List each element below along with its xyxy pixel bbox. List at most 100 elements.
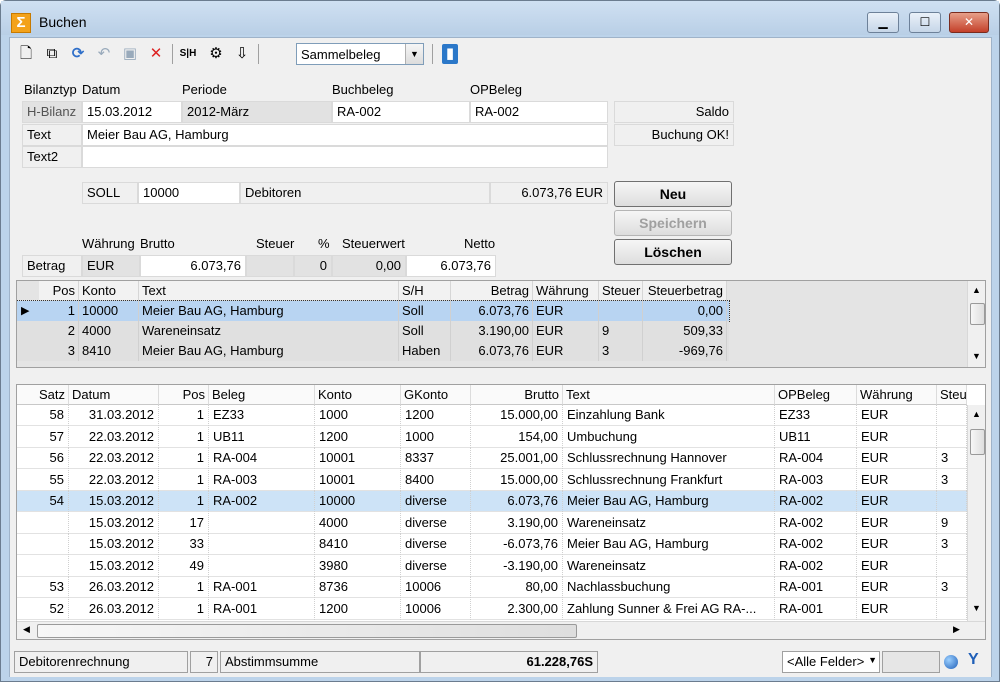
journal-cell-pos: 1 [159,491,209,512]
journal-cell-gkonto: diverse [401,491,471,512]
journal-header-text[interactable]: Text [563,385,775,405]
positions-cell-pos: 1 [39,301,79,321]
minimize-button[interactable]: ▁ [867,12,899,33]
journal-row[interactable]: 56 22.03.2012 1 RA-004 10001 8337 25.001,00 Sch… [17,448,967,469]
scroll-up-icon[interactable]: ▲ [972,285,981,295]
speichern-button[interactable]: Speichern [614,210,732,236]
positions-header-betrag[interactable]: Betrag [451,281,533,301]
percent-field[interactable]: 0 [294,255,332,277]
steuer-field[interactable] [246,255,294,277]
journal-cell-pos: 1 [159,448,209,469]
journal-header-brutto[interactable]: Brutto [471,385,563,405]
journal-cell-text: Nachlassbuchung [563,577,775,598]
journal-cell-datum: 15.03.2012 [69,512,159,534]
waehrung-field[interactable]: EUR [82,255,140,277]
journal-header-pos[interactable]: Pos [159,385,209,405]
delete-icon[interactable]: ✕ [146,44,166,64]
beleg-type-select[interactable]: Sammelbeleg ▼ [296,43,424,65]
konto-field[interactable]: 10000 [138,182,240,204]
chevron-down-icon[interactable]: ▼ [405,44,423,64]
text2-field[interactable] [82,146,608,168]
positions-header-pos[interactable]: Pos [39,281,79,301]
steuerwert-field[interactable]: 0,00 [332,255,406,277]
journal-header-satz[interactable]: Satz [17,385,69,405]
new-icon[interactable]: 🗋 [16,44,36,64]
journal-row[interactable]: 57 22.03.2012 1 UB11 1200 1000 154,00 Umbuchung… [17,426,967,448]
undo-icon[interactable]: ↶ [94,44,114,64]
chevron-down-icon[interactable]: ▼ [868,655,877,665]
journal-header-konto[interactable]: Konto [315,385,401,405]
scroll-right-icon[interactable]: ▶ [953,624,960,635]
neu-button[interactable]: Neu [614,181,732,207]
positions-header-sh[interactable]: S/H [399,281,451,301]
periode-label: Periode [182,82,227,97]
positions-row[interactable]: ▶ 1 10000 Meier Bau AG, Hamburg Soll 6.073,76… [17,300,730,322]
journal-header-opbeleg[interactable]: OPBeleg [775,385,857,405]
sh-icon[interactable]: S|H [178,44,198,64]
positions-row[interactable]: 3 8410 Meier Bau AG, Hamburg Haben 6.073,76 E… [17,341,729,361]
journal-header-steuer[interactable]: SteuerC [937,385,967,405]
journal-header-datum[interactable]: Datum [69,385,159,405]
journal-row[interactable]: 15.03.2012 17 4000 diverse 3.190,00 Wareneins… [17,512,967,534]
bilanztyp-field[interactable]: H-Bilanz [22,101,82,123]
save-icon[interactable]: ▣ [120,44,140,64]
periode-field[interactable]: 2012-März [182,101,332,123]
journal-row[interactable]: 15.03.2012 49 3980 diverse -3.190,00 Warenein… [17,555,967,577]
maximize-button[interactable]: ☐ [909,12,941,33]
journal-cell-steuer: 3 [937,469,967,491]
positions-header-konto[interactable]: Konto [79,281,139,301]
journal-cell-pos: 1 [159,405,209,426]
brutto-field[interactable]: 6.073,76 [140,255,246,277]
scroll-thumb[interactable] [970,303,985,325]
journal-hscrollbar[interactable]: ◀ ▶ [17,621,985,639]
filter-text-field[interactable] [882,651,940,673]
text-field[interactable]: Meier Bau AG, Hamburg [82,124,608,146]
toolbar-separator [172,44,173,64]
positions-header-text[interactable]: Text [139,281,399,301]
journal-row[interactable]: 58 31.03.2012 1 EZ33 1000 1200 15.000,00 Einzah… [17,405,967,426]
filter-funnel-icon[interactable]: Y [968,651,979,669]
journal-row[interactable]: 52 26.03.2012 1 RA-001 1200 10006 2.300,00 Zahl… [17,598,967,620]
hscroll-thumb[interactable] [37,624,577,638]
journal-row[interactable]: 54 15.03.2012 1 RA-002 10000 diverse 6.073,76 M… [17,491,967,512]
positions-header-steuerbetrag[interactable]: Steuerbetrag [643,281,727,301]
journal-row[interactable]: 53 26.03.2012 1 RA-001 8736 10006 80,00 Nachlas… [17,577,967,598]
journal-cell-text: Zahlung Sunner & Frei AG RA-... [563,598,775,620]
copy-icon[interactable]: ⧉ [42,44,62,64]
scroll-up-icon[interactable]: ▲ [972,409,981,419]
positions-header-steuer[interactable]: Steuer [599,281,643,301]
refresh-icon[interactable]: ⟳ [68,44,88,64]
journal-header-waehrung[interactable]: Währung [857,385,937,405]
journal-cell-satz: 58 [17,405,69,426]
field-filter-select[interactable]: <Alle Felder> ▼ [782,651,880,673]
scroll-thumb[interactable] [970,429,985,455]
positions-cell-waehrung: EUR [533,341,599,361]
opbeleg-field[interactable]: RA-002 [470,101,608,123]
positions-cell-pos: 2 [39,321,79,341]
journal-cell-konto: 10000 [315,491,401,512]
positions-row[interactable]: 2 4000 Wareneinsatz Soll 3.190,00 EUR 9 509,33 [17,321,729,341]
journal-header-beleg[interactable]: Beleg [209,385,315,405]
journal-vscrollbar[interactable]: ▲ ▼ [967,405,985,621]
close-button[interactable]: ✕ [949,12,989,33]
export-icon[interactable]: ⇩ [232,44,252,64]
journal-header-gkonto[interactable]: GKonto [401,385,471,405]
journal-row[interactable]: 15.03.2012 33 8410 diverse -6.073,76 Meier Ba… [17,534,967,555]
journal-cell-opbeleg: RA-001 [775,577,857,598]
journal-cell-brutto: 15.000,00 [471,405,563,426]
journal-row[interactable]: 55 22.03.2012 1 RA-003 10001 8400 15.000,00 Sch… [17,469,967,491]
scroll-left-icon[interactable]: ◀ [23,624,30,635]
positions-header-waehrung[interactable]: Währung [533,281,599,301]
datum-field[interactable]: 15.03.2012 [82,101,182,123]
buchbeleg-field[interactable]: RA-002 [332,101,470,123]
netto-field[interactable]: 6.073,76 [406,255,496,277]
scroll-down-icon[interactable]: ▼ [972,603,981,613]
positions-scrollbar[interactable]: ▲ ▼ [967,281,985,367]
globe-icon[interactable] [944,655,958,669]
scroll-down-icon[interactable]: ▼ [972,351,981,361]
settings-icon[interactable]: ⚙ [206,44,226,64]
loeschen-button[interactable]: Löschen [614,239,732,265]
konto-name: Debitoren [240,182,490,204]
book-icon[interactable]: ▮ [442,44,458,64]
journal-cell-konto: 1000 [315,405,401,426]
